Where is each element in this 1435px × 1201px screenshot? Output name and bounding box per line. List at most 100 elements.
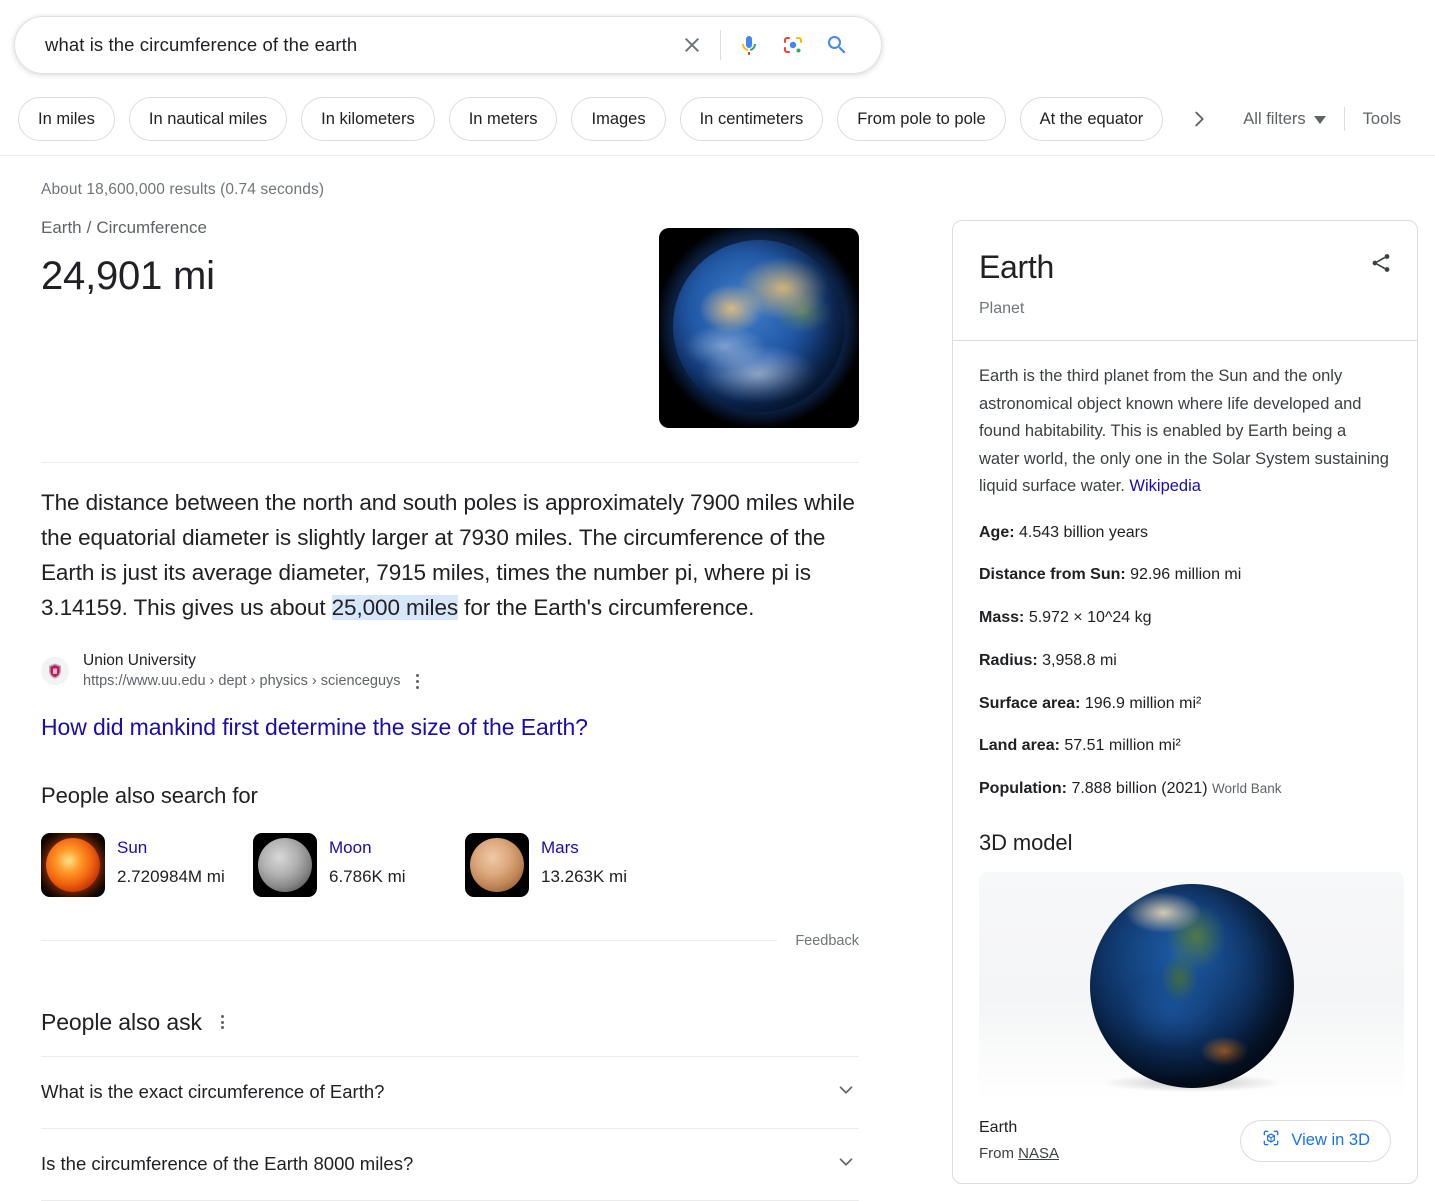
- related-entity-name[interactable]: Sun: [117, 836, 225, 861]
- wikipedia-link[interactable]: Wikipedia: [1129, 477, 1201, 495]
- 3d-model-name: Earth: [979, 1119, 1018, 1137]
- people-also-search-title: People also search for: [41, 782, 258, 808]
- fact-age: Age: 4.543 billion years: [979, 523, 1391, 544]
- globe-shadow: [1101, 1074, 1282, 1093]
- fact-source[interactable]: World Bank: [1212, 781, 1282, 796]
- tools-button[interactable]: Tools: [1363, 110, 1402, 129]
- chevron-right-icon[interactable]: [1177, 97, 1221, 141]
- mars-label-block: Mars 13.263K mi: [541, 833, 627, 890]
- search-input[interactable]: [43, 33, 670, 57]
- breadcrumb-leaf: Circumference: [96, 218, 207, 237]
- filter-chips-row: In miles In nautical miles In kilometers…: [0, 93, 1435, 145]
- fact-mass: Mass: 5.972 × 10^24 kg: [979, 608, 1391, 629]
- fact-label: Population:: [979, 780, 1067, 798]
- 3d-model-attribution: From NASA: [979, 1143, 1059, 1165]
- breadcrumb-separator: /: [86, 218, 92, 237]
- featured-snippet-paragraph: The distance between the north and south…: [41, 485, 859, 625]
- fact-value: 3,958.8 mi: [1042, 651, 1117, 669]
- fact-label: Surface area:: [979, 694, 1081, 712]
- from-prefix: From: [979, 1145, 1019, 1163]
- clear-icon[interactable]: [670, 23, 714, 67]
- chevron-down-icon: [835, 1151, 857, 1178]
- people-also-ask-more-icon[interactable]: [216, 1012, 229, 1033]
- fact-label: Mass:: [979, 609, 1025, 627]
- feedback-divider: [41, 940, 778, 942]
- source-text-block: Union University https://www.uu.edu › de…: [83, 651, 424, 692]
- knowledge-panel-facts: Age: 4.543 billion years Distance from S…: [979, 523, 1391, 801]
- sun-graphic: [46, 837, 100, 892]
- union-university-favicon: [41, 657, 69, 686]
- 3d-model-title: 3D model: [979, 830, 1073, 856]
- feedback-link[interactable]: Feedback: [795, 933, 859, 949]
- source-name[interactable]: Union University: [83, 651, 424, 671]
- fact-value: 57.51 million mi²: [1064, 737, 1181, 755]
- share-icon[interactable]: [1369, 251, 1393, 280]
- fact-population: Population: 7.888 billion (2021) World B…: [979, 779, 1391, 800]
- google-lens-icon[interactable]: [771, 23, 815, 67]
- fact-label: Land area:: [979, 737, 1060, 755]
- filter-chip-images[interactable]: Images: [571, 97, 666, 141]
- featured-snippet-source: Union University https://www.uu.edu › de…: [41, 651, 859, 692]
- moon-graphic: [258, 837, 312, 892]
- fact-radius: Radius: 3,958.8 mi: [979, 651, 1391, 672]
- all-filters-button[interactable]: All filters: [1243, 109, 1326, 129]
- fact-surface-area: Surface area: 196.9 million mi²: [979, 694, 1391, 715]
- mars-graphic: [470, 837, 524, 892]
- nasa-link[interactable]: NASA: [1018, 1145, 1059, 1162]
- filter-chip-in-kilometers[interactable]: In kilometers: [301, 97, 435, 141]
- all-filters-label: All filters: [1243, 109, 1306, 128]
- related-entity-sun[interactable]: Sun 2.720984M mi: [41, 832, 253, 897]
- related-entity-mars[interactable]: Mars 13.263K mi: [465, 832, 677, 897]
- microphone-icon[interactable]: [727, 23, 771, 67]
- people-also-search-row: Sun 2.720984M mi Moon 6.786K mi Mars 13.…: [41, 832, 859, 897]
- header-divider: [0, 155, 1435, 156]
- fact-distance-from-sun: Distance from Sun: 92.96 million mi: [979, 565, 1391, 586]
- toolbar-divider: [1343, 107, 1345, 131]
- 3d-model-preview[interactable]: [979, 872, 1404, 1103]
- earth-globe-graphic: [673, 240, 845, 412]
- related-entity-value: 13.263K mi: [541, 867, 627, 887]
- related-entity-name[interactable]: Mars: [541, 836, 627, 861]
- search-submit-icon[interactable]: [815, 23, 859, 67]
- fact-value: 92.96 million mi: [1130, 566, 1242, 584]
- filter-chip-in-nautical-miles[interactable]: In nautical miles: [128, 97, 288, 141]
- chevron-down-icon: [835, 1079, 857, 1106]
- fact-label: Distance from Sun:: [979, 566, 1126, 584]
- source-url[interactable]: https://www.uu.edu › dept › physics › sc…: [83, 672, 401, 691]
- people-also-ask-question-2[interactable]: Is the circumference of the Earth 8000 m…: [41, 1129, 859, 1201]
- cube-icon: [1261, 1128, 1281, 1153]
- sun-label-block: Sun 2.720984M mi: [117, 833, 225, 890]
- search-box-container: [14, 16, 882, 74]
- filter-chip-in-meters[interactable]: In meters: [448, 97, 558, 141]
- related-entity-value: 6.786K mi: [329, 867, 406, 887]
- related-entity-name[interactable]: Moon: [329, 836, 406, 861]
- earth-thumbnail-image[interactable]: [659, 228, 859, 428]
- featured-snippet-divider: [41, 462, 859, 463]
- description-text: Earth is the third planet from the Sun a…: [979, 367, 1389, 495]
- knowledge-panel-subtitle: Planet: [979, 300, 1025, 317]
- primary-results-column: Earth / Circumference 24,901 mi The distan…: [41, 218, 859, 1201]
- filter-chip-at-the-equator[interactable]: At the equator: [1019, 97, 1164, 141]
- featured-snippet-link[interactable]: How did mankind first determine the size…: [41, 714, 859, 741]
- people-also-ask-question-1[interactable]: What is the exact circumference of Earth…: [41, 1057, 859, 1129]
- view-in-3d-button[interactable]: View in 3D: [1240, 1119, 1391, 1162]
- search-box[interactable]: [14, 16, 882, 74]
- knowledge-panel-header: Earth Planet: [953, 221, 1417, 340]
- breadcrumb-root[interactable]: Earth: [41, 218, 82, 237]
- more-options-icon[interactable]: [411, 671, 424, 692]
- fact-label: Age:: [979, 523, 1015, 541]
- people-also-ask-header: People also ask: [41, 1009, 859, 1036]
- view-in-3d-label: View in 3D: [1291, 1131, 1370, 1150]
- result-stats: About 18,600,000 results (0.74 seconds): [41, 181, 325, 198]
- filter-chip-in-miles[interactable]: In miles: [18, 97, 115, 141]
- featured-snippet: Earth / Circumference 24,901 mi: [41, 218, 859, 438]
- related-entity-moon[interactable]: Moon 6.786K mi: [253, 832, 465, 897]
- filter-chip-in-centimeters[interactable]: In centimeters: [679, 97, 824, 141]
- filter-chip-from-pole-to-pole[interactable]: From pole to pole: [837, 97, 1006, 141]
- question-text: What is the exact circumference of Earth…: [41, 1081, 385, 1103]
- search-box-divider: [720, 30, 721, 60]
- paragraph-highlight: 25,000 miles: [331, 595, 459, 620]
- knowledge-panel: Earth Planet Earth is the third planet f…: [952, 220, 1418, 1185]
- fact-land-area: Land area: 57.51 million mi²: [979, 736, 1391, 757]
- sun-thumbnail: [41, 832, 105, 897]
